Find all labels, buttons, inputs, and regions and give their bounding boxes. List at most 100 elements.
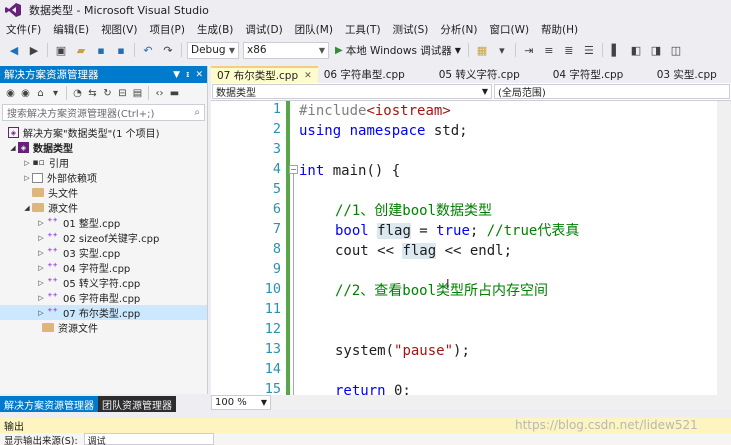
vertical-scrollbar[interactable] bbox=[717, 101, 731, 395]
menu-tools[interactable]: 工具(T) bbox=[339, 22, 387, 37]
tree-item-resource-files[interactable]: 资源文件 bbox=[0, 320, 207, 335]
tab-solution-explorer[interactable]: 解决方案资源管理器 bbox=[0, 396, 98, 412]
menu-debug[interactable]: 调试(D) bbox=[239, 22, 288, 37]
tab-team-explorer[interactable]: 团队资源管理器 bbox=[98, 396, 176, 412]
properties-icon[interactable]: ▬ bbox=[168, 85, 181, 101]
expanded-triangle-icon[interactable]: ◢ bbox=[22, 204, 32, 212]
start-debugging-button[interactable]: ▶ 本地 Windows 调试器 ▼ bbox=[335, 43, 461, 58]
tree-item-file[interactable]: ▷ ⁺⁺ 03 实型.cpp bbox=[0, 245, 207, 260]
tree-item-file-selected[interactable]: ▷ ⁺⁺ 07 布尔类型.cpp bbox=[0, 305, 207, 320]
code-token: int bbox=[299, 163, 325, 179]
code-token: << endl; bbox=[436, 243, 513, 259]
platform-dropdown[interactable]: x86 ▼ bbox=[243, 41, 329, 59]
forward-icon[interactable]: ◉ bbox=[19, 85, 32, 101]
prev-bookmark-icon[interactable]: ◧ bbox=[628, 42, 644, 58]
code-token: 0; bbox=[385, 383, 411, 395]
pending-changes-filter-icon[interactable]: ◔ bbox=[71, 85, 84, 101]
save-icon[interactable]: ▪ bbox=[93, 42, 109, 58]
home-icon[interactable]: ⌂ bbox=[34, 85, 47, 101]
tree-item-file[interactable]: ▷ ⁺⁺ 01 整型.cpp bbox=[0, 215, 207, 230]
tree-item-references[interactable]: ▷ ▪▫ 引用 bbox=[0, 155, 207, 171]
collapsed-triangle-icon[interactable]: ▷ bbox=[36, 279, 46, 287]
step-icon[interactable]: ⇥ bbox=[521, 42, 537, 58]
collapsed-triangle-icon[interactable]: ▷ bbox=[36, 249, 46, 257]
switch-views-icon[interactable]: ▾ bbox=[49, 85, 62, 101]
open-file-icon[interactable]: ▰ bbox=[73, 42, 89, 58]
menu-edit[interactable]: 编辑(E) bbox=[47, 22, 95, 37]
solution-explorer-search[interactable]: 搜索解决方案资源管理器(Ctrl+;) ⌕ bbox=[2, 104, 205, 121]
comment-icon[interactable]: ☰ bbox=[581, 42, 597, 58]
output-source-dropdown[interactable]: 调试 bbox=[83, 433, 214, 445]
editor-tab-active[interactable]: 07 布尔类型.cpp ✕ bbox=[211, 66, 318, 83]
collapsed-triangle-icon[interactable]: ▷ bbox=[36, 264, 46, 272]
back-icon[interactable]: ◉ bbox=[4, 85, 17, 101]
find-icon[interactable]: ▦ bbox=[474, 42, 490, 58]
clear-bookmarks-icon[interactable]: ◫ bbox=[668, 42, 684, 58]
line-number: 3 bbox=[272, 141, 281, 157]
line-numbers: 1 2 3 4 5 6 7 8 9 10 11 12 13 14 15 bbox=[225, 101, 281, 395]
watermark-text: https://blog.csdn.net/lidew521 bbox=[515, 418, 698, 432]
undo-icon[interactable]: ↶ bbox=[140, 42, 156, 58]
collapsed-triangle-icon[interactable]: ▷ bbox=[36, 294, 46, 302]
collapsed-triangle-icon[interactable]: ▷ bbox=[22, 174, 32, 182]
tree-item-solution[interactable]: ◈ 解决方案"数据类型"(1 个项目) bbox=[0, 125, 207, 140]
options-icon[interactable]: ▾ bbox=[494, 42, 510, 58]
editor-tab[interactable]: 04 字符型.cpp bbox=[547, 66, 651, 83]
solution-explorer-title: 解决方案资源管理器 bbox=[4, 69, 99, 81]
panel-menu-icon[interactable]: ▼ bbox=[173, 70, 180, 80]
collapsed-triangle-icon[interactable]: ▷ bbox=[36, 309, 46, 317]
tree-item-header-files[interactable]: 头文件 bbox=[0, 185, 207, 200]
close-icon[interactable]: ✕ bbox=[195, 70, 203, 80]
code-line: return 0; bbox=[335, 381, 411, 395]
refresh-icon[interactable]: ↻ bbox=[101, 85, 114, 101]
collapsed-triangle-icon[interactable]: ▷ bbox=[22, 159, 32, 167]
collapsed-triangle-icon[interactable]: ▷ bbox=[36, 219, 46, 227]
tree-item-label: 02 sizeof关键字.cpp bbox=[63, 234, 160, 245]
tree-item-file[interactable]: ▷ ⁺⁺ 06 字符串型.cpp bbox=[0, 290, 207, 305]
collapse-all-icon[interactable]: ⊟ bbox=[116, 85, 129, 101]
solution-config-dropdown[interactable]: Debug ▼ bbox=[187, 41, 239, 59]
close-tab-icon[interactable]: ✕ bbox=[304, 71, 312, 81]
tree-item-file[interactable]: ▷ ⁺⁺ 05 转义字符.cpp bbox=[0, 275, 207, 290]
sync-icon[interactable]: ⇆ bbox=[86, 85, 99, 101]
outdent-icon[interactable]: ≣ bbox=[561, 42, 577, 58]
save-all-icon[interactable]: ▪ bbox=[113, 42, 129, 58]
menu-project[interactable]: 项目(P) bbox=[143, 22, 191, 37]
navigate-forward-icon[interactable]: ▶ bbox=[26, 42, 42, 58]
pin-icon[interactable]: ᵻ bbox=[186, 70, 189, 80]
menu-help[interactable]: 帮助(H) bbox=[535, 22, 584, 37]
tree-item-file[interactable]: ▷ ⁺⁺ 04 字符型.cpp bbox=[0, 260, 207, 275]
menu-file[interactable]: 文件(F) bbox=[2, 22, 47, 37]
code-text[interactable]: #include<iostream> using namespace std; … bbox=[299, 101, 731, 395]
collapsed-triangle-icon[interactable]: ▷ bbox=[36, 234, 46, 242]
menu-view[interactable]: 视图(V) bbox=[95, 22, 143, 37]
bookmark-icon[interactable]: ▌ bbox=[608, 42, 624, 58]
new-project-icon[interactable]: ▣ bbox=[53, 42, 69, 58]
menu-window[interactable]: 窗口(W) bbox=[483, 22, 535, 37]
menu-build[interactable]: 生成(B) bbox=[191, 22, 239, 37]
tree-item-external-dependencies[interactable]: ▷ 外部依赖项 bbox=[0, 170, 207, 185]
menu-test[interactable]: 测试(S) bbox=[387, 22, 435, 37]
menu-team[interactable]: 团队(M) bbox=[289, 22, 339, 37]
show-all-files-icon[interactable]: ▤ bbox=[131, 85, 144, 101]
redo-icon[interactable]: ↷ bbox=[160, 42, 176, 58]
navigate-back-icon[interactable]: ◀ bbox=[6, 42, 22, 58]
collapse-toggle-icon[interactable]: − bbox=[289, 165, 298, 174]
horizontal-scrollbar[interactable] bbox=[272, 395, 731, 410]
editor-tab[interactable]: 05 转义字符.cpp bbox=[433, 66, 547, 83]
expanded-triangle-icon[interactable]: ◢ bbox=[8, 144, 18, 152]
editor-tab[interactable]: 03 实型.cpp bbox=[651, 66, 723, 83]
code-token: using bbox=[299, 123, 342, 139]
code-editor[interactable]: 1 2 3 4 5 6 7 8 9 10 11 12 13 14 15 − #i… bbox=[211, 101, 731, 395]
tree-item-project[interactable]: ◢ ◈ 数据类型 bbox=[0, 140, 207, 155]
next-bookmark-icon[interactable]: ◨ bbox=[648, 42, 664, 58]
indent-icon[interactable]: ≡ bbox=[541, 42, 557, 58]
menu-analyze[interactable]: 分析(N) bbox=[434, 22, 483, 37]
view-code-icon[interactable]: ‹› bbox=[153, 85, 166, 101]
tree-item-source-files[interactable]: ◢ 源文件 bbox=[0, 200, 207, 215]
editor-tab[interactable]: 06 字符串型.cpp bbox=[318, 66, 433, 83]
project-dropdown[interactable]: 数据类型 ▼ bbox=[212, 84, 492, 99]
zoom-dropdown[interactable]: 100 % ▼ bbox=[211, 395, 271, 410]
tree-item-file[interactable]: ▷ ⁺⁺ 02 sizeof关键字.cpp bbox=[0, 230, 207, 245]
scope-dropdown[interactable]: (全局范围) bbox=[494, 84, 730, 99]
